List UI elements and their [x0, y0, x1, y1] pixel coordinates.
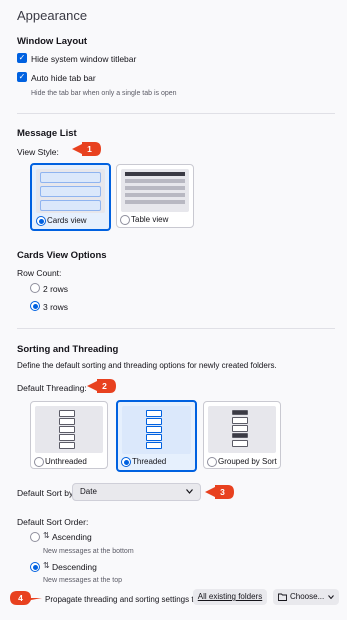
- hide-titlebar-checkbox[interactable]: ✓: [17, 53, 27, 63]
- message-list-heading: Message List: [17, 128, 77, 139]
- two-rows-radio[interactable]: [30, 283, 40, 293]
- cards-view-option[interactable]: Cards view: [30, 163, 111, 231]
- cards-view-preview: [36, 169, 105, 213]
- all-existing-folders-button[interactable]: All existing folders: [193, 589, 267, 605]
- callout-3: 3: [205, 485, 234, 499]
- hide-titlebar-label: Hide system window titlebar: [31, 54, 137, 64]
- unthreaded-label: Unthreaded: [45, 457, 87, 466]
- callout-2: 2: [87, 379, 116, 393]
- auto-hide-hint: Hide the tab bar when only a single tab …: [31, 90, 177, 97]
- descending-radio[interactable]: [30, 562, 40, 572]
- grouped-by-sort-preview: [208, 406, 276, 453]
- default-sort-by-label: Default Sort by:: [17, 488, 76, 498]
- page-title: Appearance: [17, 8, 88, 23]
- table-view-radio[interactable]: [120, 215, 130, 225]
- folder-icon: [278, 593, 287, 601]
- chevron-down-icon: [186, 489, 193, 494]
- checkmark-icon: ✓: [18, 72, 26, 81]
- choose-button-label: Choose...: [290, 592, 325, 601]
- cards-view-radio[interactable]: [36, 216, 46, 226]
- three-rows-label: 3 rows: [43, 302, 69, 312]
- table-view-option[interactable]: Table view: [116, 164, 194, 228]
- two-rows-label: 2 rows: [43, 284, 69, 294]
- view-style-label: View Style:: [17, 147, 59, 157]
- descending-hint: New messages at the top: [43, 577, 122, 584]
- callout-4: 4: [10, 591, 42, 605]
- checkmark-icon: ✓: [18, 53, 26, 62]
- unthreaded-preview: [35, 406, 103, 453]
- unthreaded-radio[interactable]: [34, 457, 44, 467]
- sort-by-value: Date: [80, 487, 97, 496]
- section-divider: [17, 328, 335, 329]
- grouped-by-sort-label: Grouped by Sort: [218, 457, 277, 466]
- table-view-label: Table view: [131, 215, 169, 224]
- table-view-preview: [121, 169, 189, 212]
- grouped-by-sort-radio[interactable]: [207, 457, 217, 467]
- auto-hide-tab-bar-label: Auto hide tab bar: [31, 73, 96, 83]
- row-count-label: Row Count:: [17, 268, 62, 278]
- propagate-label: Propagate threading and sorting settings…: [45, 595, 201, 604]
- ascending-label: Ascending: [52, 532, 92, 542]
- ascending-hint: New messages at the bottom: [43, 548, 134, 555]
- threaded-option[interactable]: Threaded: [116, 400, 197, 472]
- three-rows-radio[interactable]: [30, 301, 40, 311]
- choose-folders-button[interactable]: Choose...: [273, 589, 339, 605]
- ascending-radio[interactable]: [30, 532, 40, 542]
- descending-label: Descending: [52, 562, 97, 572]
- threaded-preview: [122, 406, 191, 454]
- sort-by-select[interactable]: Date: [72, 483, 201, 501]
- sorting-description: Define the default sorting and threading…: [17, 361, 277, 370]
- section-divider: [17, 113, 335, 114]
- threaded-radio[interactable]: [121, 457, 131, 467]
- chevron-down-icon: [328, 595, 334, 599]
- grouped-by-sort-option[interactable]: Grouped by Sort: [203, 401, 281, 469]
- sort-descending-icon: ⇅: [43, 561, 50, 570]
- window-layout-heading: Window Layout: [17, 36, 88, 47]
- sort-ascending-icon: ⇅: [43, 531, 50, 540]
- unthreaded-option[interactable]: Unthreaded: [30, 401, 108, 469]
- default-threading-label: Default Threading:: [17, 383, 87, 393]
- sorting-heading: Sorting and Threading: [17, 344, 119, 355]
- sort-order-label: Default Sort Order:: [17, 517, 89, 527]
- auto-hide-tab-bar-checkbox[interactable]: ✓: [17, 72, 27, 82]
- cards-view-label: Cards view: [47, 216, 87, 225]
- threaded-label: Threaded: [132, 457, 167, 466]
- callout-1: 1: [72, 142, 101, 156]
- cards-view-options-heading: Cards View Options: [17, 250, 107, 261]
